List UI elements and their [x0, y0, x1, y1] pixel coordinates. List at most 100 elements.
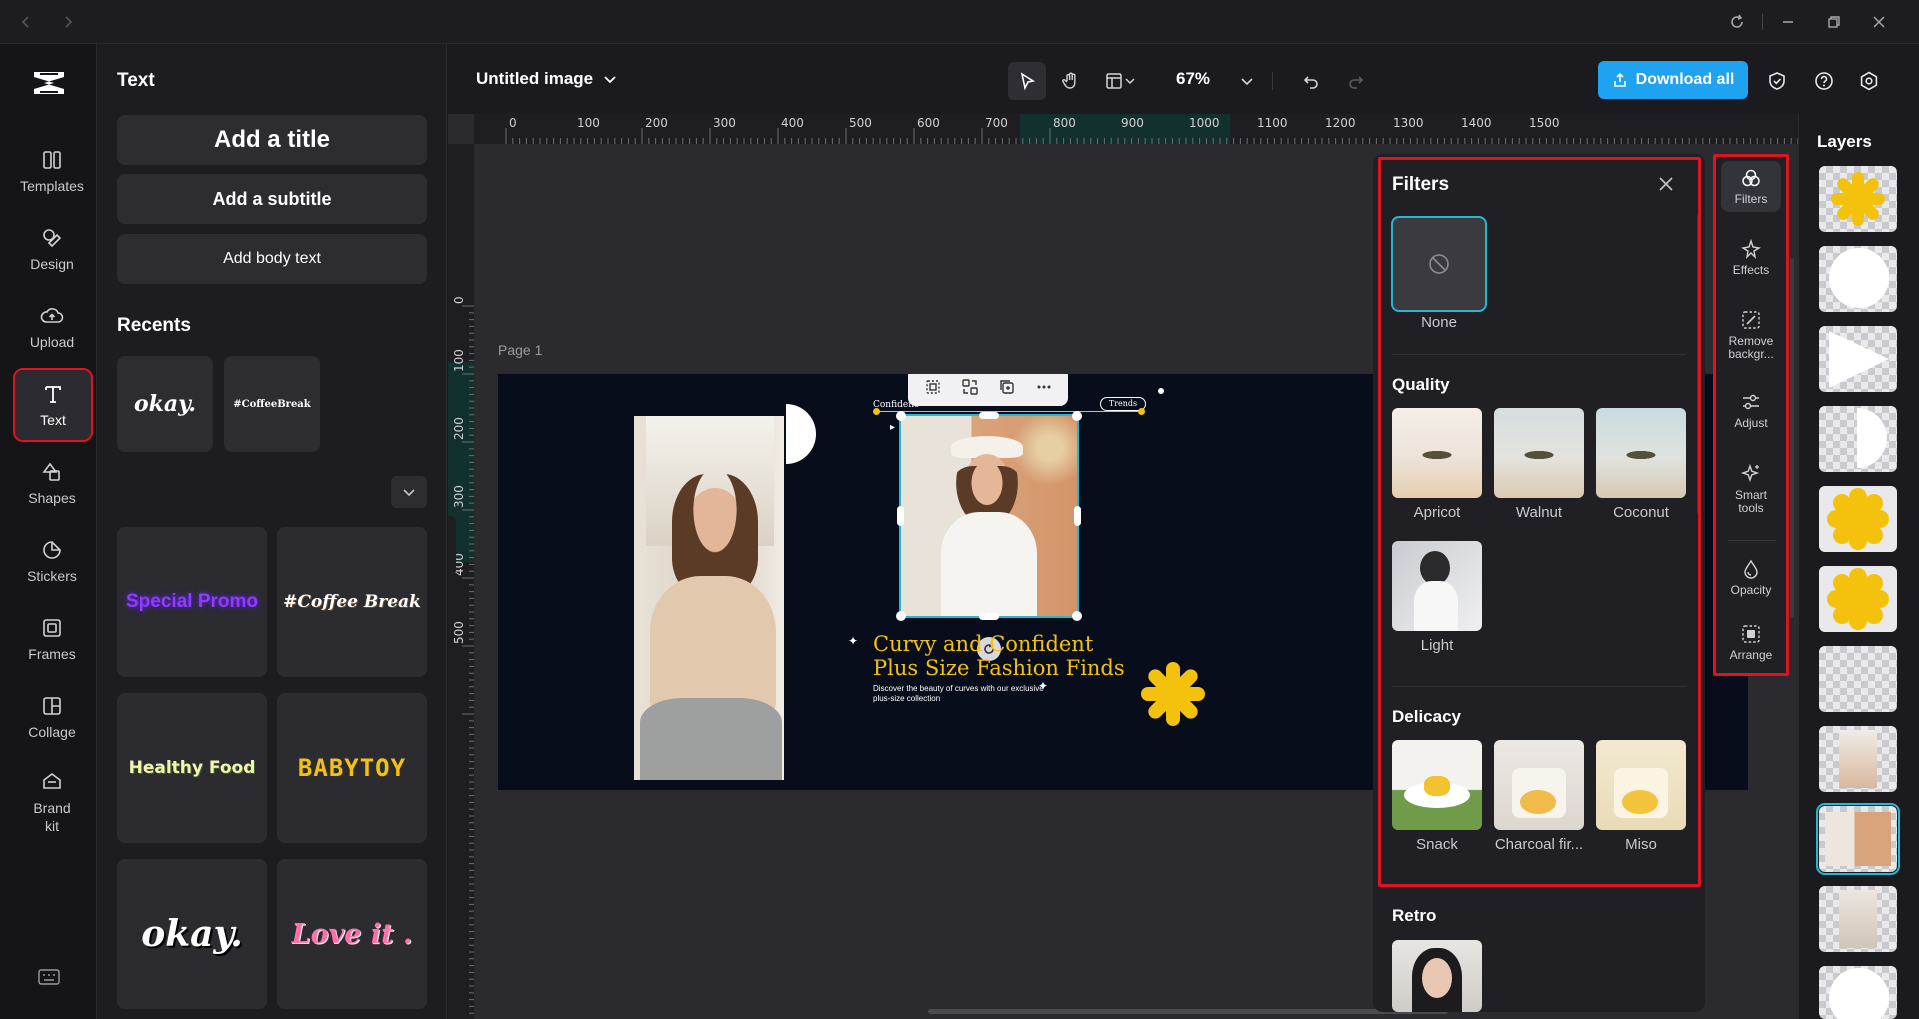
opacity-icon [1744, 559, 1758, 579]
ruler-label: 600 [917, 116, 940, 130]
resize-handle[interactable] [896, 611, 906, 621]
security-button[interactable] [1758, 62, 1796, 100]
help-button[interactable] [1805, 62, 1843, 100]
nav-templates[interactable]: Templates [14, 136, 90, 206]
filter-thumb-walnut[interactable] [1494, 408, 1584, 498]
filter-thumb-charcoal[interactable] [1494, 740, 1584, 830]
resize-handle[interactable] [979, 613, 999, 620]
layer-thumb-photo[interactable] [1819, 886, 1897, 952]
filter-thumb-miso[interactable] [1596, 740, 1686, 830]
restore-icon[interactable] [1824, 12, 1844, 32]
resize-handle[interactable] [1072, 411, 1082, 421]
filter-none[interactable] [1391, 216, 1487, 312]
document-title-menu[interactable]: Untitled image [476, 69, 617, 89]
photo-woman-hat-selected[interactable] [899, 414, 1079, 618]
text-style-tile[interactable]: Special Promo [117, 527, 267, 677]
nav-text[interactable]: Text [13, 368, 93, 442]
expand-recents-button[interactable] [391, 476, 427, 508]
resize-handle[interactable] [1072, 611, 1082, 621]
layer-thumb-yellow-flower[interactable] [1819, 566, 1897, 632]
add-subtitle-button[interactable]: Add a subtitle [117, 174, 427, 224]
chevron-down-icon [403, 489, 415, 497]
close-filters-button[interactable] [1656, 174, 1678, 196]
layer-thumb-photo[interactable] [1819, 726, 1897, 792]
rail-smart-tools[interactable]: Smart tools [1721, 457, 1781, 521]
design-icon [43, 229, 62, 248]
layer-thumb-yellow-asterisk[interactable] [1819, 166, 1897, 232]
filters-scrollbar[interactable] [1697, 214, 1701, 514]
text-style-tile[interactable]: Love it . [277, 859, 427, 1009]
rail-label: Opacity [1730, 583, 1772, 597]
rail-opacity[interactable]: Opacity [1721, 552, 1781, 603]
replace-icon[interactable] [961, 378, 979, 396]
text-style-tile[interactable]: BABYTOY [277, 693, 427, 843]
recent-text-style[interactable]: #CoffeeBreak [224, 356, 320, 452]
nav-brand-kit[interactable]: Brand kit [14, 760, 90, 844]
layer-thumb-half-circle[interactable] [1819, 406, 1897, 472]
chevron-down-icon [1241, 78, 1253, 86]
filter-thumb-snack[interactable] [1392, 740, 1482, 830]
minimize-icon[interactable] [1778, 12, 1798, 32]
keyboard-shortcuts-icon[interactable] [38, 968, 60, 991]
layer-thumb-triangle[interactable] [1819, 326, 1897, 392]
duplicate-icon[interactable] [998, 378, 1016, 396]
forward-arrow-icon[interactable] [58, 12, 78, 32]
filter-thumb-light[interactable] [1392, 541, 1482, 631]
text-style-tile[interactable]: #Coffee Break [277, 527, 427, 677]
recent-text-style[interactable]: okay. [117, 356, 213, 452]
crop-select-icon[interactable] [924, 378, 942, 396]
add-title-button[interactable]: Add a title [117, 115, 427, 165]
text-style-tile[interactable]: okay. [117, 859, 267, 1009]
nav-upload[interactable]: Upload [14, 292, 90, 362]
undo-button[interactable] [1292, 62, 1330, 100]
layout-tool[interactable] [1096, 62, 1144, 100]
layer-thumb-circle[interactable] [1819, 966, 1897, 1019]
nav-shapes[interactable]: Shapes [14, 448, 90, 518]
select-tool[interactable] [1008, 62, 1046, 100]
rail-adjust[interactable]: Adjust [1721, 385, 1781, 436]
layer-thumb-empty[interactable] [1819, 646, 1897, 712]
close-window-icon[interactable] [1869, 12, 1889, 32]
filter-thumb-coconut[interactable] [1596, 408, 1686, 498]
panel-scrollbar[interactable] [1790, 258, 1794, 618]
filter-thumb-retro[interactable] [1392, 940, 1482, 1012]
ruler-label: 500 [452, 621, 466, 644]
rail-filters[interactable]: Filters [1721, 161, 1781, 212]
settings-button[interactable] [1850, 62, 1888, 100]
rail-remove-background[interactable]: Remove backgr... [1721, 303, 1781, 367]
resize-handle[interactable] [1074, 506, 1081, 526]
nav-stickers[interactable]: Stickers [14, 526, 90, 596]
capcut-logo[interactable] [30, 66, 68, 100]
redo-button[interactable] [1337, 62, 1375, 100]
back-arrow-icon[interactable] [16, 12, 36, 32]
resize-handle[interactable] [897, 506, 904, 526]
panel-collapse-handle[interactable] [448, 516, 456, 576]
filter-label: Light [1420, 637, 1454, 654]
horizontal-scrollbar[interactable] [928, 1009, 1448, 1014]
text-style-tile[interactable]: Healthy Food [117, 693, 267, 843]
more-options-icon[interactable] [1035, 378, 1053, 396]
layer-thumb-yellow-flower[interactable] [1819, 486, 1897, 552]
yellow-asterisk-shape[interactable] [1138, 659, 1208, 729]
layer-thumb-selected-photo[interactable] [1816, 803, 1900, 875]
pointer-icon [1020, 72, 1036, 91]
nav-design[interactable]: Design [14, 214, 90, 284]
headline-text[interactable]: Curvy and Confident Plus Size Fashion Fi… [873, 632, 1125, 680]
rail-arrange[interactable]: Arrange [1721, 617, 1781, 668]
zoom-dropdown[interactable] [1228, 62, 1266, 100]
rail-effects[interactable]: Effects [1721, 232, 1781, 283]
resize-handle[interactable] [896, 411, 906, 421]
nav-frames[interactable]: Frames [14, 604, 90, 674]
photo-woman-sitting[interactable] [634, 416, 784, 780]
hand-tool[interactable] [1052, 62, 1090, 100]
resize-handle[interactable] [979, 412, 999, 419]
add-body-text-button[interactable]: Add body text [117, 234, 427, 284]
recents-title: Recents [117, 315, 191, 336]
zoom-level[interactable]: 67% [1176, 69, 1210, 89]
layer-thumb-white-circle[interactable] [1819, 246, 1897, 312]
nav-collage[interactable]: Collage [14, 682, 90, 752]
body-text[interactable]: Discover the beauty of curves with our e… [873, 684, 1044, 704]
refresh-icon[interactable] [1727, 12, 1747, 32]
download-all-button[interactable]: Download all [1598, 61, 1748, 99]
filter-thumb-apricot[interactable] [1392, 408, 1482, 498]
